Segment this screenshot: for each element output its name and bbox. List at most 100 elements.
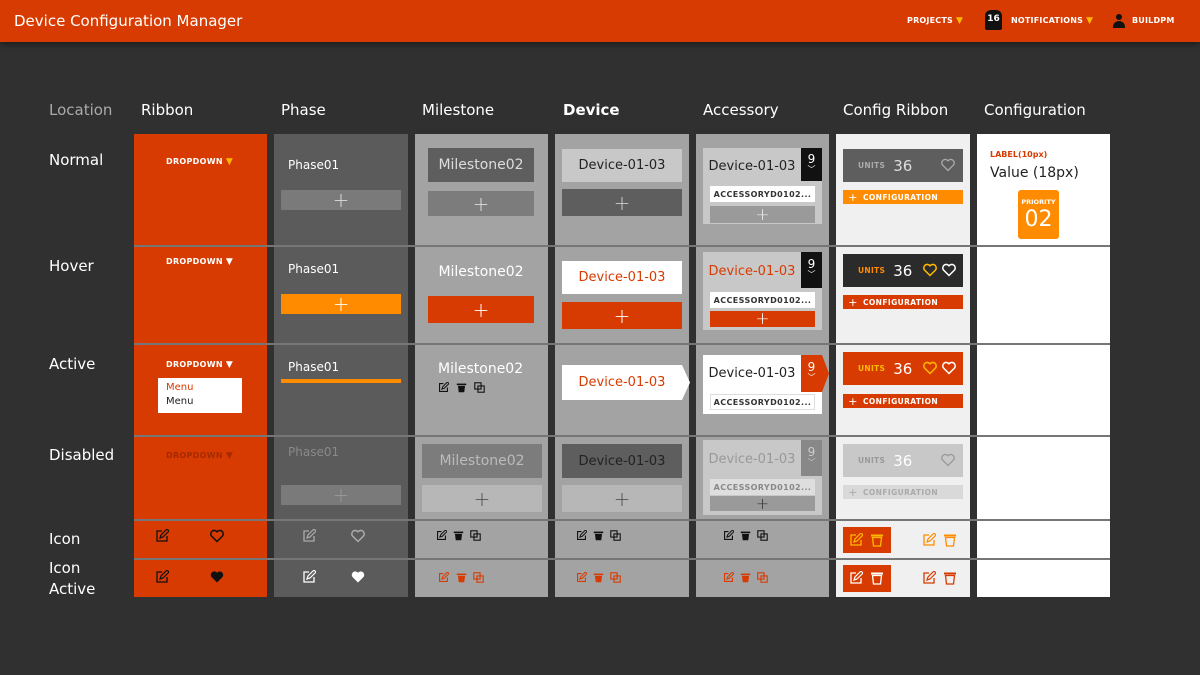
phase-label[interactable]: Phase01 <box>288 360 339 374</box>
edit-icon[interactable] <box>155 570 169 584</box>
edit-icon[interactable] <box>438 572 449 583</box>
trash-icon[interactable] <box>943 533 957 547</box>
projects-menu[interactable]: PROJECTS ▼ <box>907 16 963 26</box>
copy-icon[interactable] <box>757 530 768 541</box>
trash-icon[interactable] <box>453 530 464 541</box>
copy-icon[interactable] <box>610 572 621 583</box>
copy-icon[interactable] <box>610 530 621 541</box>
heart-icon[interactable] <box>351 570 365 584</box>
edit-icon[interactable] <box>849 571 863 585</box>
accessory-count-badge[interactable]: 9 ﹀ <box>801 355 822 392</box>
copy-icon[interactable] <box>473 572 484 583</box>
trash-icon[interactable] <box>870 533 884 547</box>
edit-icon[interactable] <box>438 382 449 393</box>
add-milestone-button[interactable]: + <box>428 191 534 216</box>
chevron-down-icon: ﹀ <box>807 458 816 467</box>
plus-icon: + <box>848 394 858 408</box>
notifications-menu[interactable]: NOTIFICATIONS ▼ <box>1011 16 1093 26</box>
heart-icon[interactable] <box>942 361 956 375</box>
add-accessory-button[interactable]: + <box>710 205 815 225</box>
trash-icon[interactable] <box>740 572 751 583</box>
phase-label[interactable]: Phase01 <box>288 158 339 172</box>
row-divider <box>134 245 1110 247</box>
edit-icon[interactable] <box>155 529 169 543</box>
heart-icon[interactable] <box>923 361 937 375</box>
heart-icon[interactable] <box>942 263 956 277</box>
config-ribbon-disabled: UNITS 36 + CONFIGURATION <box>836 437 970 519</box>
edit-icon[interactable] <box>922 571 936 585</box>
milestone-label[interactable]: Milestone02 <box>428 255 534 289</box>
edit-icon[interactable] <box>302 529 316 543</box>
device-normal: Device-01-03 + <box>555 134 689 245</box>
trash-icon[interactable] <box>593 530 604 541</box>
plus-icon: + <box>613 486 631 511</box>
edit-icon[interactable] <box>922 533 936 547</box>
heart-icon[interactable] <box>923 263 937 277</box>
priority-badge[interactable]: PRIORITY 02 <box>1018 190 1059 239</box>
edit-icon[interactable] <box>436 530 447 541</box>
edit-icon[interactable] <box>723 530 734 541</box>
add-phase-button[interactable]: + <box>281 292 401 316</box>
notification-bell-icon[interactable]: 16 <box>985 10 1002 30</box>
row-label-icon-active-2: Active <box>49 580 96 598</box>
accessory-count: 9 <box>807 445 816 459</box>
row-label-normal: Normal <box>49 151 104 169</box>
ribbon-dropdown[interactable]: DROPDOWN ▼ <box>166 157 233 167</box>
edit-icon[interactable] <box>723 572 734 583</box>
heart-icon[interactable] <box>351 529 365 543</box>
trash-icon[interactable] <box>870 571 884 585</box>
priority-value: 02 <box>1024 207 1053 232</box>
row-label-disabled: Disabled <box>49 446 115 464</box>
trash-icon[interactable] <box>593 572 604 583</box>
add-accessory-button[interactable]: + <box>710 309 815 329</box>
device-label[interactable]: Device-01-03 <box>562 365 682 400</box>
add-milestone-button[interactable]: + <box>428 296 534 323</box>
heart-icon[interactable] <box>941 158 955 172</box>
units-box[interactable]: UNITS 36 <box>843 254 963 287</box>
units-box[interactable]: UNITS 36 <box>843 352 963 385</box>
heart-icon[interactable] <box>210 570 224 584</box>
configuration-bar[interactable]: + CONFIGURATION <box>843 394 963 408</box>
edit-icon[interactable] <box>849 533 863 547</box>
copy-icon[interactable] <box>757 572 768 583</box>
menu-item[interactable]: Menu <box>166 396 193 407</box>
app-title: Device Configuration Manager <box>14 12 243 30</box>
milestone-normal: Milestone02 + <box>415 134 548 245</box>
edit-icon[interactable] <box>576 530 587 541</box>
phase-label[interactable]: Phase01 <box>288 262 339 276</box>
configuration-bar[interactable]: + CONFIGURATION <box>843 190 963 204</box>
menu-item[interactable]: Menu <box>166 382 193 393</box>
milestone-label[interactable]: Milestone02 <box>428 148 534 182</box>
trash-icon[interactable] <box>456 572 467 583</box>
add-device-button[interactable]: + <box>562 189 682 216</box>
device-label[interactable]: Device-01-03 <box>562 261 682 294</box>
ribbon-dropdown[interactable]: DROPDOWN ▼ <box>166 360 233 370</box>
copy-icon[interactable] <box>474 382 485 393</box>
user-icon[interactable] <box>1113 14 1125 28</box>
plus-icon: + <box>848 295 858 309</box>
trash-icon[interactable] <box>740 530 751 541</box>
add-phase-button[interactable]: + <box>281 188 401 212</box>
edit-icon[interactable] <box>302 570 316 584</box>
trash-icon[interactable] <box>456 382 467 393</box>
device-label[interactable]: Device-01-03 <box>562 149 682 182</box>
configuration-bar[interactable]: + CONFIGURATION <box>843 295 963 309</box>
copy-icon[interactable] <box>470 530 481 541</box>
dropdown-menu: Menu Menu <box>158 378 242 413</box>
configuration-active <box>977 345 1110 435</box>
accessory-device-label: Device-01-03 <box>708 365 796 381</box>
heart-icon[interactable] <box>210 529 224 543</box>
add-device-button[interactable]: + <box>562 302 682 329</box>
milestone-label[interactable]: Milestone02 <box>438 361 523 377</box>
ribbon-dropdown[interactable]: DROPDOWN ▼ <box>166 257 233 267</box>
row-divider <box>134 519 1110 521</box>
configuration-label: CONFIGURATION <box>863 297 939 307</box>
accessory-count-badge[interactable]: 9 ﹀ <box>801 148 822 181</box>
edit-icon[interactable] <box>576 572 587 583</box>
accessory-sub-label: ACCESSORYD0102... <box>710 186 815 202</box>
accessory-count-badge[interactable]: 9 ﹀ <box>801 252 822 288</box>
user-name[interactable]: BUILDPM <box>1132 16 1175 25</box>
trash-icon[interactable] <box>943 571 957 585</box>
phase-label: Phase01 <box>288 445 340 459</box>
units-box[interactable]: UNITS 36 <box>843 149 963 182</box>
